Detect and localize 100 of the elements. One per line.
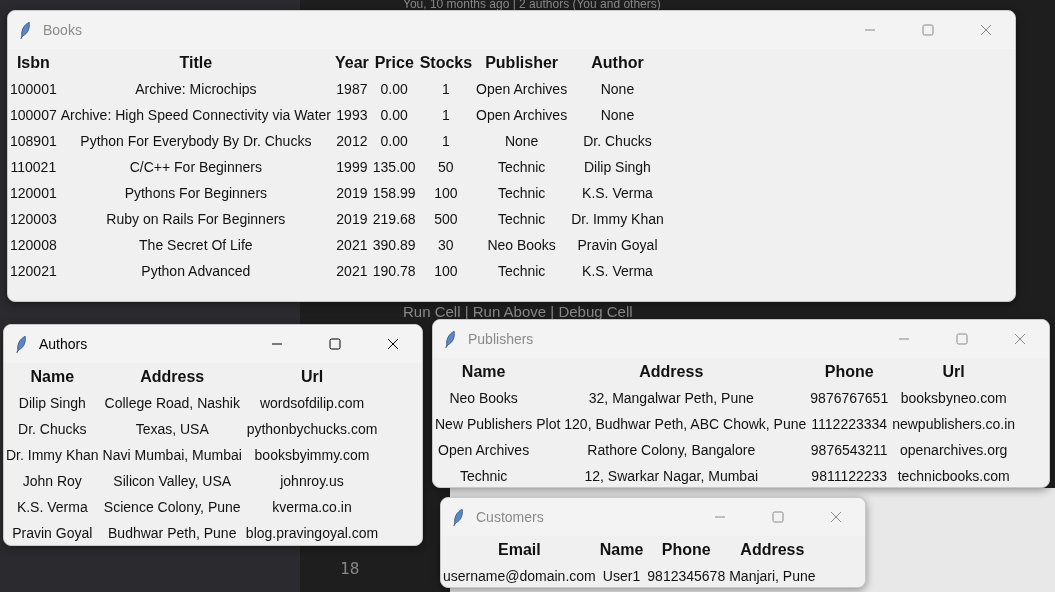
table-cell-text: Technic (458, 467, 509, 486)
table-cell-text: Dr. Immy Khan (5, 446, 100, 465)
table-cell-text: 1 (440, 132, 451, 151)
table-cell-text: Archive: High Speed Connectivity via Water (59, 106, 332, 125)
table-cell-text: None (503, 132, 540, 151)
table-cell-text: 1999 (335, 158, 369, 177)
table-cell-text: User1 (601, 567, 642, 586)
table-cell-text: Dr. Immy Khan (570, 210, 665, 229)
table-cell-text: 2019 (335, 184, 369, 203)
column-header: Phone (823, 361, 875, 382)
table-cell-text: 110021 (9, 158, 58, 177)
column-header: Author (590, 52, 645, 73)
table-cell-text: 100 (433, 184, 459, 203)
column-header: Phone (660, 539, 712, 560)
table-cell-text: Rathore Colony, Bangalore (586, 441, 757, 460)
column-header: Url (941, 361, 966, 382)
table-cell-text: booksbyimmy.com (253, 446, 371, 465)
maximize-icon (922, 24, 934, 36)
table-cell-text: Ruby on Rails For Beginners (105, 210, 287, 229)
line-number: 18 (340, 559, 360, 578)
table-cell-text: Dilip Singh (17, 394, 87, 413)
table-cell-text: 500 (433, 210, 459, 229)
table-cell-text: K.S. Verma (581, 184, 654, 203)
window-title: Publishers (468, 331, 534, 347)
column-header: Address (638, 361, 705, 382)
table-cell-text: 1 (440, 106, 451, 125)
table-cell-text: Technic (496, 210, 547, 229)
feather-icon (16, 334, 27, 354)
table-cell-text: Neo Books (486, 236, 557, 255)
table-cell-text: 120021 (9, 262, 58, 281)
column-header: Name (29, 366, 76, 387)
table-cell-text: 9811122233 (810, 467, 889, 486)
table-cell-text: 0.00 (379, 80, 409, 99)
table-cell-text: johnroy.us (279, 472, 345, 491)
table-cell-text: Pravin Goyal (576, 236, 659, 255)
table-cell-text: C/C++ For Beginners (128, 158, 263, 177)
window-title: Books (43, 22, 82, 38)
table-cell-text: New Publishers (434, 415, 534, 434)
table-cell-text: Plot 120, Budhwar Peth, ABC Chowk, Pune (535, 415, 808, 434)
table-cell-text: Technic (496, 262, 547, 281)
table-cell-text: K.S. Verma (581, 262, 654, 281)
column-header: Url (299, 366, 325, 387)
column-header: Title (178, 52, 214, 73)
maximize-icon (772, 511, 784, 523)
table-cell-text: Neo Books (448, 389, 519, 408)
table-cell-text: Archive: Microchips (134, 80, 258, 99)
table-cell-text: kverma.co.in (271, 498, 353, 517)
table-cell-text: 12, Swarkar Nagar, Mumbai (583, 467, 760, 486)
table-cell-text: Navi Mumbai, Mumbai (101, 446, 243, 465)
table-cell-text: Pythons For Beginners (123, 184, 269, 203)
table-cell-text: Open Archives (475, 106, 569, 125)
table-cell-text: 9876543211 (809, 441, 889, 460)
table-cell-text: openarchives.org (898, 441, 1009, 460)
table-cell-text: 2012 (335, 132, 369, 151)
table-cell-text: College Road, Nashik (103, 394, 241, 413)
table-cell-text: 135.00 (371, 158, 417, 177)
table-cell-text: 100001 (9, 80, 58, 99)
table-cell-text: 30 (437, 236, 455, 255)
table-cell-text: K.S. Verma (15, 498, 89, 517)
table-cell-text: 120003 (9, 210, 58, 229)
table-cell-text: 32, Mangalwar Peth, Pune (587, 389, 755, 408)
table-cell-text: 219.68 (371, 210, 417, 229)
table-cell-text: 1112223334 (810, 415, 889, 434)
table-cell-text: 0.00 (379, 106, 409, 125)
table-cell-text: 2021 (335, 262, 369, 281)
column-header: Publisher (484, 52, 560, 73)
close-icon (387, 338, 399, 350)
column-header: Isbn (15, 52, 51, 73)
table-cell-text: Dr. Chucks (17, 420, 88, 439)
table-cell-text: Open Archives (437, 441, 531, 460)
table-cell-text: 9812345678 (646, 567, 727, 586)
table-cell-text: Dr. Chucks (582, 132, 653, 151)
table-cell-text: 0.00 (379, 132, 409, 151)
table-cell-text: Technic (496, 184, 547, 203)
column-header: Email (497, 539, 542, 560)
table-cell-text: None (599, 80, 636, 99)
table-cell-text: 108901 (9, 132, 58, 151)
table-cell-text: username@domain.com (442, 567, 597, 586)
table-cell-text: technicbooks.com (896, 467, 1011, 486)
close-icon (1014, 333, 1026, 345)
close-icon (980, 24, 992, 36)
table-cell-text: 100 (433, 262, 459, 281)
close-icon (830, 511, 842, 523)
table-cell-text: newpublishers.co.in (891, 415, 1017, 434)
table-cell-text: Dilip Singh (583, 158, 652, 177)
column-header: Address (139, 366, 206, 387)
feather-icon (20, 20, 31, 40)
table-cell-text: blog.pravingoyal.com (244, 524, 380, 543)
table-cell-text: Science Colony, Pune (102, 498, 242, 517)
table-cell-text: The Secret Of Life (138, 236, 254, 255)
table-cell-text: Budhwar Peth, Pune (107, 524, 238, 543)
maximize-icon (956, 333, 968, 345)
maximize-icon (329, 338, 341, 350)
table-cell-text: 120001 (9, 184, 58, 203)
table-cell-text: 2021 (335, 236, 369, 255)
table-cell-text: None (599, 106, 636, 125)
table-cell-text: 2019 (335, 210, 369, 229)
table-cell-text: Open Archives (475, 80, 569, 99)
table-cell-text: 1987 (335, 80, 369, 99)
table-cell-text: 1 (440, 80, 451, 99)
